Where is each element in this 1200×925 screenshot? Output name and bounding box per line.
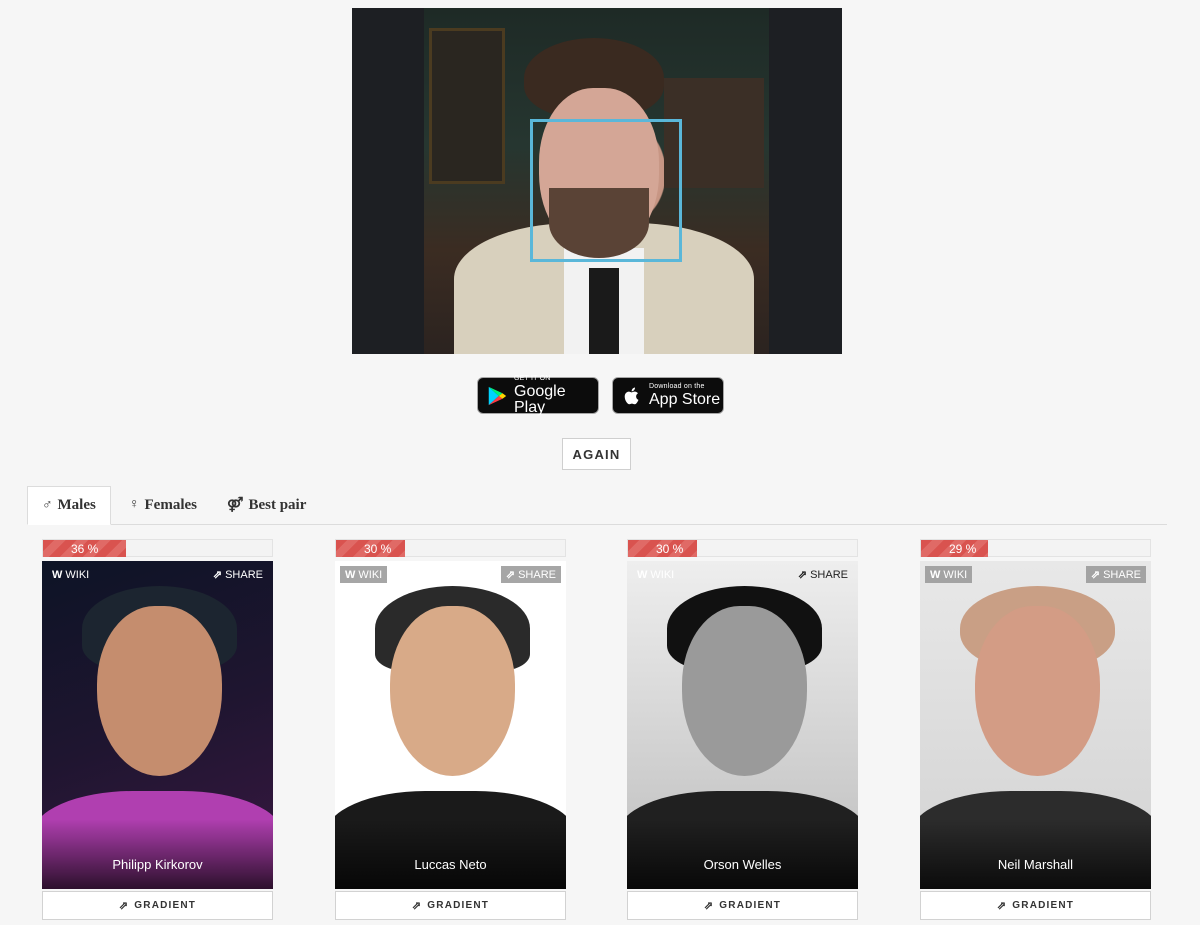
celebrity-photo[interactable]: W WIKI ⇗ SHARE Neil Marshall [920, 561, 1151, 889]
female-icon: ♀ [129, 497, 140, 512]
share-icon: ⇗ [1090, 569, 1101, 581]
share-icon: ⇗ [411, 900, 423, 912]
wiki-label: WIKI [943, 568, 968, 581]
share-button[interactable]: ⇗ SHARE [1085, 566, 1146, 583]
similarity-percent: 30 % [656, 542, 684, 556]
similarity-percent: 30 % [364, 542, 392, 556]
share-icon: ⇗ [703, 900, 715, 912]
gradient-button[interactable]: ⇗ GRADIENT [627, 891, 858, 920]
wiki-link[interactable]: W WIKI [340, 566, 388, 583]
gradient-button[interactable]: ⇗ GRADIENT [42, 891, 273, 920]
similarity-bar: 36 % [42, 539, 273, 557]
result-card: 29 % W WIKI ⇗ SHARE Neil Marshall ⇗ GRAD… [920, 539, 1151, 920]
wiki-label: WIKI [358, 568, 383, 581]
result-card: 30 % W WIKI ⇗ SHARE Orson Welles ⇗ GRADI… [627, 539, 858, 920]
similarity-percent: 36 % [71, 542, 99, 556]
tab-males-label: Males [57, 497, 96, 513]
gradient-button[interactable]: ⇗ GRADIENT [920, 891, 1151, 920]
wiki-link[interactable]: W WIKI [47, 566, 94, 583]
male-icon: ♂ [42, 497, 53, 513]
face-detection-box [530, 119, 682, 262]
app-store-big-text: App Store [649, 391, 721, 408]
celebrity-photo[interactable]: W WIKI ⇗ SHARE Philipp Kirkorov [42, 561, 273, 889]
google-play-big-text: Google Play [514, 383, 566, 416]
wiki-label: WIKI [650, 568, 675, 581]
gradient-label: GRADIENT [719, 900, 782, 911]
app-store-small-text: Download on the [649, 383, 705, 390]
gradient-button[interactable]: ⇗ GRADIENT [335, 891, 566, 920]
google-play-icon [488, 386, 507, 405]
wiki-link[interactable]: W WIKI [632, 566, 679, 583]
celebrity-photo[interactable]: W WIKI ⇗ SHARE Orson Welles [627, 561, 858, 889]
result-card: 36 % W WIKI ⇗ SHARE Philipp Kirkorov ⇗ G… [42, 539, 273, 920]
share-label: SHARE [810, 568, 848, 581]
google-play-small-text: GET IT ON [514, 375, 551, 382]
celebrity-photo[interactable]: W WIKI ⇗ SHARE Luccas Neto [335, 561, 566, 889]
share-label: SHARE [1103, 568, 1141, 581]
similarity-bar: 30 % [627, 539, 858, 557]
google-play-badge[interactable]: GET IT ON Google Play [477, 375, 599, 416]
similarity-bar: 30 % [335, 539, 566, 557]
share-icon: ⇗ [797, 569, 808, 581]
wikipedia-icon: W [930, 568, 941, 581]
tab-females[interactable]: ♀ Females [115, 486, 211, 524]
share-button[interactable]: ⇗ SHARE [793, 566, 853, 583]
tab-females-label: Females [144, 496, 197, 513]
tab-best-pair-label: Best pair [248, 496, 307, 513]
wikipedia-icon: W [345, 568, 356, 581]
gradient-label: GRADIENT [1012, 900, 1075, 911]
gender-tabs: ♂ Males ♀ Females ⚤ Best pair [27, 486, 1167, 525]
share-button[interactable]: ⇗ SHARE [208, 566, 268, 583]
result-card: 30 % W WIKI ⇗ SHARE Luccas Neto ⇗ GRADIE… [335, 539, 566, 920]
gradient-label: GRADIENT [134, 900, 197, 911]
share-icon: ⇗ [212, 569, 223, 581]
celebrity-name: Neil Marshall [997, 857, 1074, 872]
tab-best-pair[interactable]: ⚤ Best pair [213, 486, 320, 524]
share-button[interactable]: ⇗ SHARE [500, 566, 561, 583]
tab-males[interactable]: ♂ Males [27, 486, 111, 525]
gradient-label: GRADIENT [427, 900, 490, 911]
pair-icon: ⚤ [227, 497, 244, 513]
similarity-percent: 29 % [949, 542, 977, 556]
app-store-badge[interactable]: Download on the App Store [612, 377, 724, 414]
share-label: SHARE [225, 568, 263, 581]
again-button[interactable]: AGAIN [562, 438, 631, 470]
apple-icon [624, 386, 639, 404]
share-icon: ⇗ [505, 569, 516, 581]
wiki-label: WIKI [65, 568, 90, 581]
celebrity-name: Orson Welles [703, 857, 782, 872]
similarity-bar: 29 % [920, 539, 1151, 557]
wikipedia-icon: W [52, 568, 63, 581]
wikipedia-icon: W [637, 568, 648, 581]
celebrity-name: Philipp Kirkorov [112, 857, 203, 872]
share-icon: ⇗ [996, 900, 1008, 912]
wiki-link[interactable]: W WIKI [925, 566, 973, 583]
share-icon: ⇗ [118, 900, 130, 912]
celebrity-name: Luccas Neto [414, 857, 487, 872]
share-label: SHARE [518, 568, 556, 581]
